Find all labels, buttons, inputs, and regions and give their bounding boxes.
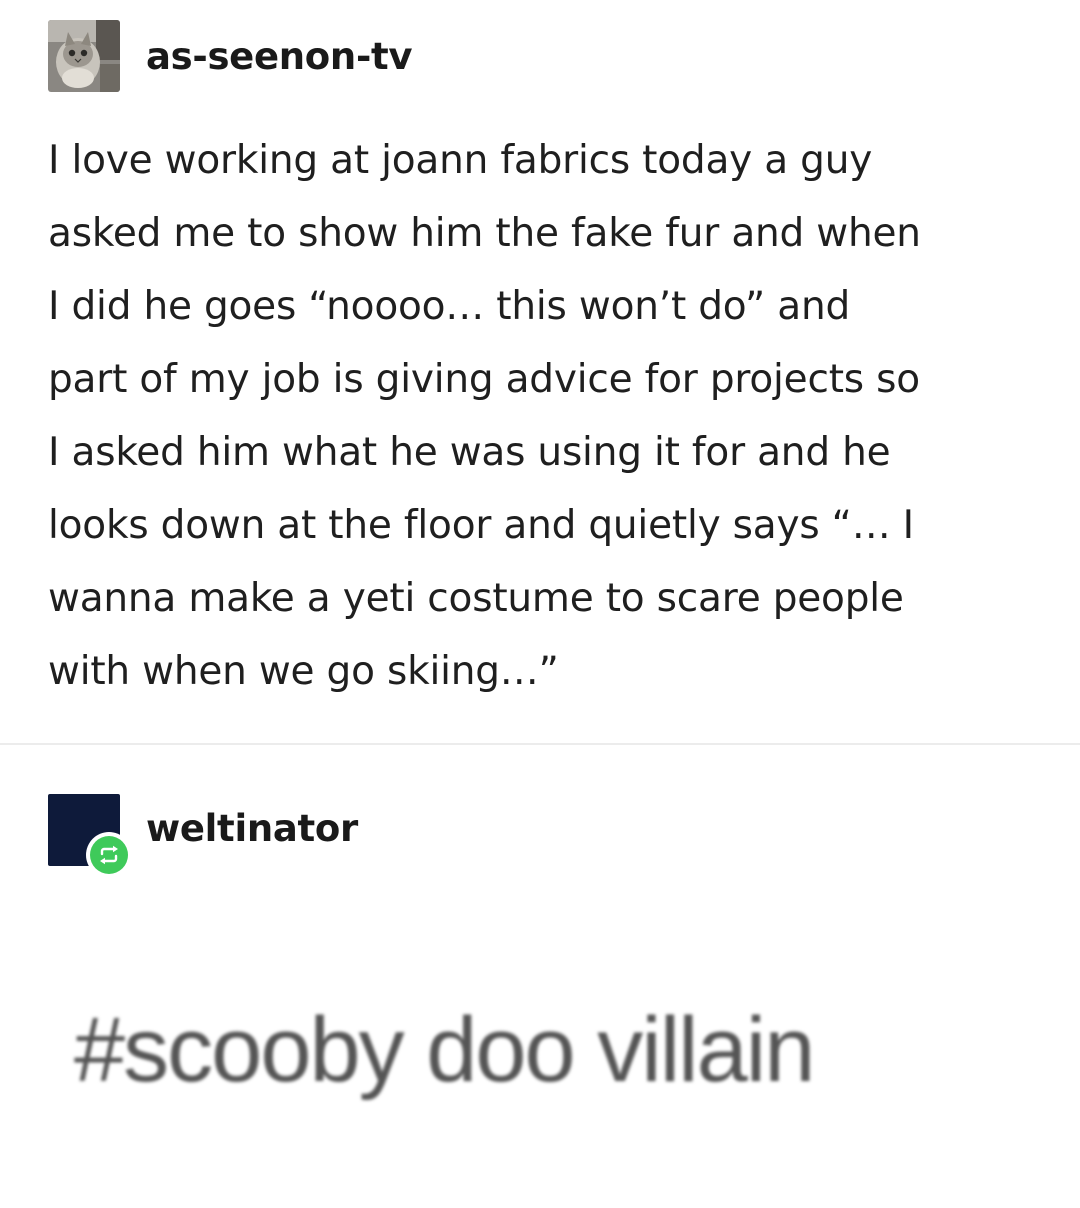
post-body-line: with when we go skiing…”: [48, 649, 559, 694]
post-body-text: I love working at joann fabrics today a …: [48, 124, 1048, 708]
avatar[interactable]: [48, 20, 120, 92]
post-body-line: part of my job is giving advice for proj…: [48, 357, 920, 402]
post-body-line: wanna make a yeti costume to scare peopl…: [48, 576, 904, 621]
reblog-tag[interactable]: #scooby doo villain: [74, 999, 815, 1101]
post-body-line: asked me to show him the fake fur and wh…: [48, 211, 921, 256]
post-body-line: I asked him what he was using it for and…: [48, 430, 891, 475]
reblogger-username[interactable]: weltinator: [146, 810, 358, 847]
cat-photo-avatar-icon: [48, 20, 120, 92]
post-body-line: I did he goes “noooo… this won’t do” and: [48, 284, 851, 329]
post-body-line: I love working at joann fabrics today a …: [48, 138, 873, 183]
reblog-divider: [0, 743, 1080, 745]
post-body-line: looks down at the floor and quietly says…: [48, 503, 914, 548]
reblog-icon: [90, 836, 128, 874]
reblog-badge: [86, 832, 132, 878]
post-author-username[interactable]: as-seenon-tv: [146, 38, 413, 75]
